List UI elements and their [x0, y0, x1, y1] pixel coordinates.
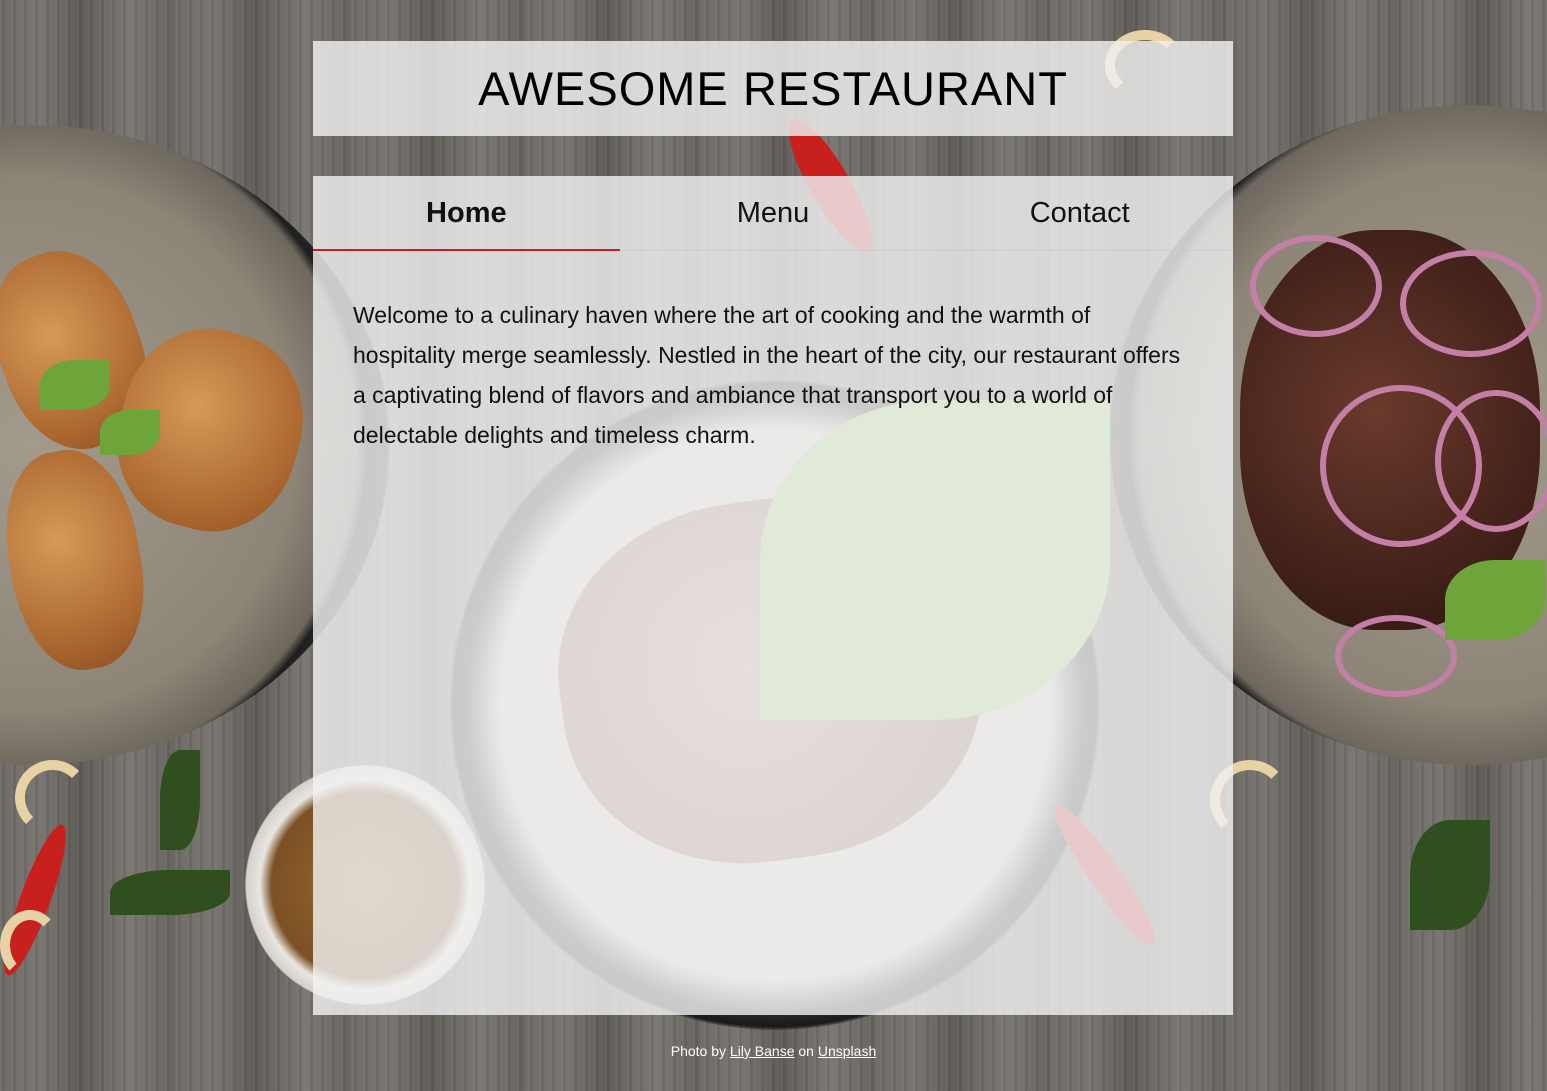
main-nav: Home Menu Contact — [313, 176, 1233, 251]
tab-home[interactable]: Home — [313, 176, 620, 251]
herb-leaf-image — [40, 360, 110, 410]
cashew-image — [0, 910, 60, 980]
credit-middle: on — [794, 1043, 818, 1059]
home-content: Welcome to a culinary haven where the ar… — [313, 251, 1233, 455]
leaf-image — [160, 750, 200, 850]
main-panel: Home Menu Contact Welcome to a culinary … — [313, 176, 1233, 1015]
onion-ring-image — [1250, 235, 1382, 337]
leaf-image — [1410, 820, 1490, 930]
site-title: AWESOME RESTAURANT — [478, 62, 1068, 115]
cashew-image — [15, 760, 90, 835]
unsplash-link[interactable]: Unsplash — [818, 1043, 876, 1059]
photo-credit: Photo by Lily Banse on Unsplash — [0, 1043, 1547, 1059]
photographer-link[interactable]: Lily Banse — [730, 1043, 795, 1059]
onion-ring-image — [1435, 390, 1547, 532]
tab-menu[interactable]: Menu — [620, 176, 927, 250]
onion-ring-image — [1400, 250, 1542, 357]
herb-leaf-image — [100, 410, 160, 455]
credit-prefix: Photo by — [670, 1043, 730, 1059]
onion-ring-image — [1335, 615, 1457, 697]
tab-contact[interactable]: Contact — [926, 176, 1233, 250]
intro-paragraph: Welcome to a culinary haven where the ar… — [353, 302, 1181, 448]
lettuce-leaf-image — [1445, 560, 1545, 640]
site-header: AWESOME RESTAURANT — [313, 41, 1233, 136]
leaf-image — [110, 870, 230, 915]
